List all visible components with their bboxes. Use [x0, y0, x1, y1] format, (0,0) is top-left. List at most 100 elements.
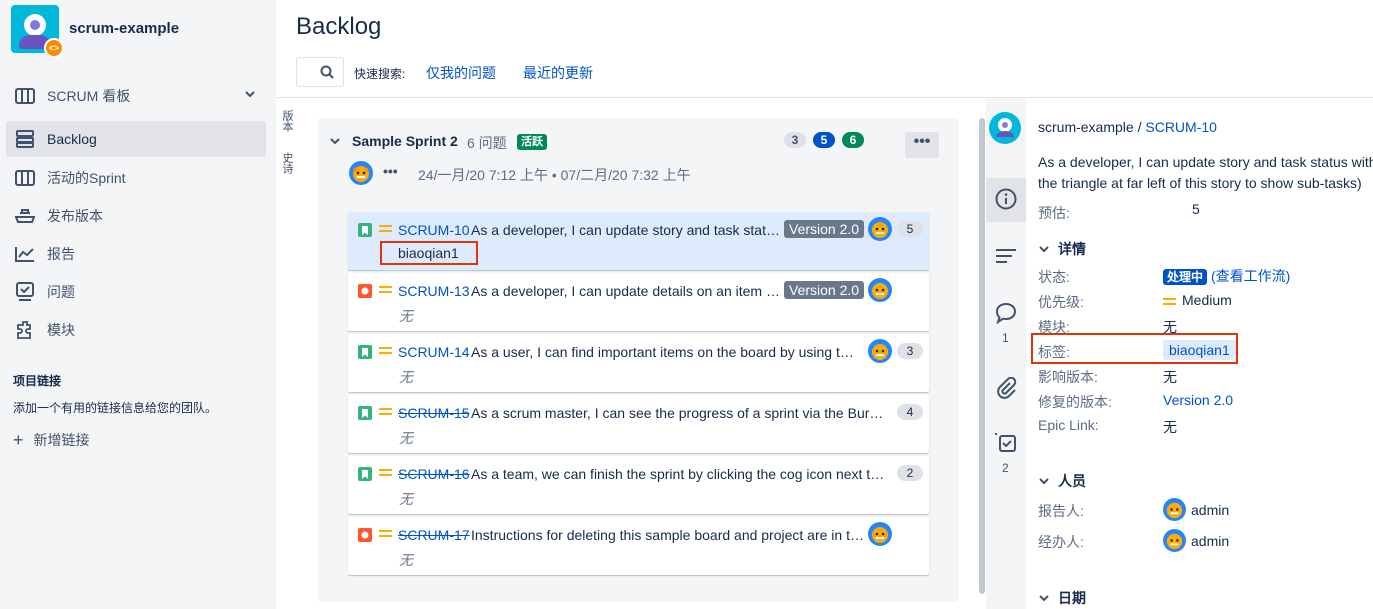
issue-key[interactable]: SCRUM-16 — [398, 466, 470, 482]
breadcrumb-issue-key[interactable]: SCRUM-10 — [1145, 119, 1217, 135]
issue-key[interactable]: SCRUM-15 — [398, 405, 470, 421]
breadcrumb-project[interactable]: scrum-example — [1038, 119, 1134, 135]
search-input[interactable] — [296, 57, 344, 87]
dates-title: 日期 — [1058, 590, 1086, 606]
nav-label: 报告 — [47, 246, 75, 262]
priority-value: Medium — [1182, 292, 1232, 308]
search-icon — [320, 65, 334, 79]
nav-label: SCRUM 看板 — [47, 88, 131, 104]
description-icon[interactable] — [995, 247, 1017, 265]
tab-epics[interactable]: 史诗 — [279, 152, 295, 174]
project-name[interactable]: scrum-example — [69, 20, 179, 37]
reporter-label: 报告人: — [1038, 503, 1084, 519]
issue-row[interactable]: SCRUM-10 As a developer, I can update st… — [348, 212, 929, 270]
subtask-count: 2 — [1002, 461, 1009, 475]
add-link-button[interactable]: + 新增链接 — [13, 430, 90, 450]
nav-item-releases[interactable]: 发布版本 — [6, 198, 266, 234]
sprint-more-button[interactable]: ••• — [905, 132, 939, 158]
backlog-icon — [15, 129, 35, 149]
nav-label: Backlog — [47, 131, 97, 147]
issue-row[interactable]: SCRUM-15 As a scrum master, I can see th… — [348, 395, 929, 453]
affects-version-value[interactable]: 无 — [1163, 367, 1177, 387]
done-count-badge: 6 — [842, 132, 864, 148]
scrollbar[interactable] — [979, 118, 985, 594]
project-avatar-icon — [989, 112, 1021, 144]
priority-medium-icon — [379, 406, 392, 416]
issue-summary: Instructions for deleting this sample bo… — [471, 527, 865, 543]
code-badge-icon: <> — [44, 38, 64, 58]
no-label-text: 无 — [399, 491, 413, 507]
nav-item-issues[interactable]: 问题 — [6, 274, 266, 310]
issue-row[interactable]: SCRUM-17 Instructions for deleting this … — [348, 517, 929, 575]
sprint-actions-button[interactable]: ••• — [383, 163, 398, 179]
quick-filter-recent[interactable]: 最近的更新 — [523, 63, 593, 83]
issue-label: biaoqian1 — [380, 241, 478, 265]
board-icon — [15, 86, 35, 106]
priority-medium-icon — [379, 284, 392, 294]
nav-label: 活动的Sprint — [47, 170, 126, 186]
comment-icon[interactable] — [995, 302, 1017, 324]
project-avatar[interactable]: <> — [11, 5, 64, 58]
estimate-value[interactable]: 5 — [1192, 201, 1200, 217]
issues-icon — [15, 282, 35, 302]
label-chip[interactable]: biaoqian1 — [1163, 340, 1236, 360]
details-section-header[interactable]: 详情 — [1038, 239, 1086, 259]
view-workflow-link[interactable]: (查看工作流) — [1211, 268, 1290, 284]
fix-version-value[interactable]: Version 2.0 — [1163, 392, 1233, 408]
epic-link-value[interactable]: 无 — [1163, 417, 1177, 437]
people-section-header[interactable]: 人员 — [1038, 471, 1086, 491]
sprint-status-badge: 活跃 — [517, 134, 547, 150]
priority-medium-icon — [379, 223, 392, 233]
story-icon — [358, 406, 372, 420]
issue-row[interactable]: SCRUM-14 As a user, I can find important… — [348, 334, 929, 392]
status-badge[interactable]: 处理中 — [1163, 269, 1208, 285]
project-links-title: 项目链接 — [13, 374, 62, 388]
no-label-text: 无 — [399, 430, 413, 446]
nav-item-components[interactable]: 模块 — [6, 312, 266, 348]
no-label-text: 无 — [399, 369, 413, 385]
quick-search-label: 快速搜索: — [354, 67, 406, 81]
nav-item-board[interactable]: SCRUM 看板 — [6, 78, 266, 114]
attachment-icon[interactable] — [995, 377, 1017, 399]
nav-item-reports[interactable]: 报告 — [6, 236, 266, 272]
project-links-desc: 添加一个有用的链接信息给您的团队。 — [13, 401, 218, 415]
assignee-field[interactable]: admin — [1163, 529, 1229, 552]
issue-summary: As a developer, I can update story and t… — [471, 222, 782, 238]
nav-item-backlog[interactable]: Backlog — [6, 121, 266, 157]
issue-summary: As a team, we can finish the sprint by c… — [471, 466, 891, 482]
issue-summary-detail[interactable]: As a developer, I can update story and t… — [1038, 152, 1373, 194]
issue-key[interactable]: SCRUM-14 — [398, 344, 470, 360]
active-sprint-icon — [15, 168, 35, 188]
priority-field[interactable]: Medium — [1163, 292, 1232, 308]
reporter-field[interactable]: admin — [1163, 498, 1229, 521]
fix-version-label: 修复的版本: — [1038, 394, 1112, 410]
sprint-name[interactable]: Sample Sprint 2 — [352, 133, 458, 149]
bug-icon — [358, 528, 372, 542]
chevron-down-icon — [245, 91, 255, 98]
issue-row[interactable]: SCRUM-16 As a team, we can finish the sp… — [348, 456, 929, 514]
avatar[interactable] — [349, 161, 373, 185]
avatar — [868, 278, 892, 302]
story-icon — [358, 223, 372, 237]
tab-versions[interactable]: 版本 — [279, 110, 295, 132]
reports-icon — [15, 244, 35, 264]
subtask-icon[interactable] — [995, 432, 1017, 454]
details-title: 详情 — [1058, 241, 1086, 257]
status-label: 状态: — [1038, 269, 1070, 285]
nav-item-active-sprint[interactable]: 活动的Sprint — [6, 160, 266, 196]
chevron-down-icon[interactable] — [329, 133, 341, 149]
dates-section-header[interactable]: 日期 — [1038, 588, 1086, 608]
issue-key[interactable]: SCRUM-13 — [398, 283, 470, 299]
issue-key[interactable]: SCRUM-10 — [398, 222, 470, 238]
status-field: 处理中 (查看工作流) — [1163, 266, 1290, 286]
issue-key[interactable]: SCRUM-17 — [398, 527, 470, 543]
release-icon — [15, 206, 35, 226]
issue-row[interactable]: SCRUM-13 As a developer, I can update de… — [348, 273, 929, 331]
quick-filter-my-issues[interactable]: 仅我的问题 — [426, 63, 496, 83]
info-icon[interactable] — [995, 188, 1017, 210]
page-title: Backlog — [296, 13, 382, 40]
nav-label: 模块 — [47, 322, 75, 338]
affects-version-label: 影响版本: — [1038, 369, 1098, 385]
sidebar: <> scrum-example SCRUM 看板 Backlog 活动的Spr… — [0, 0, 276, 609]
in-progress-count-badge: 5 — [813, 132, 835, 148]
